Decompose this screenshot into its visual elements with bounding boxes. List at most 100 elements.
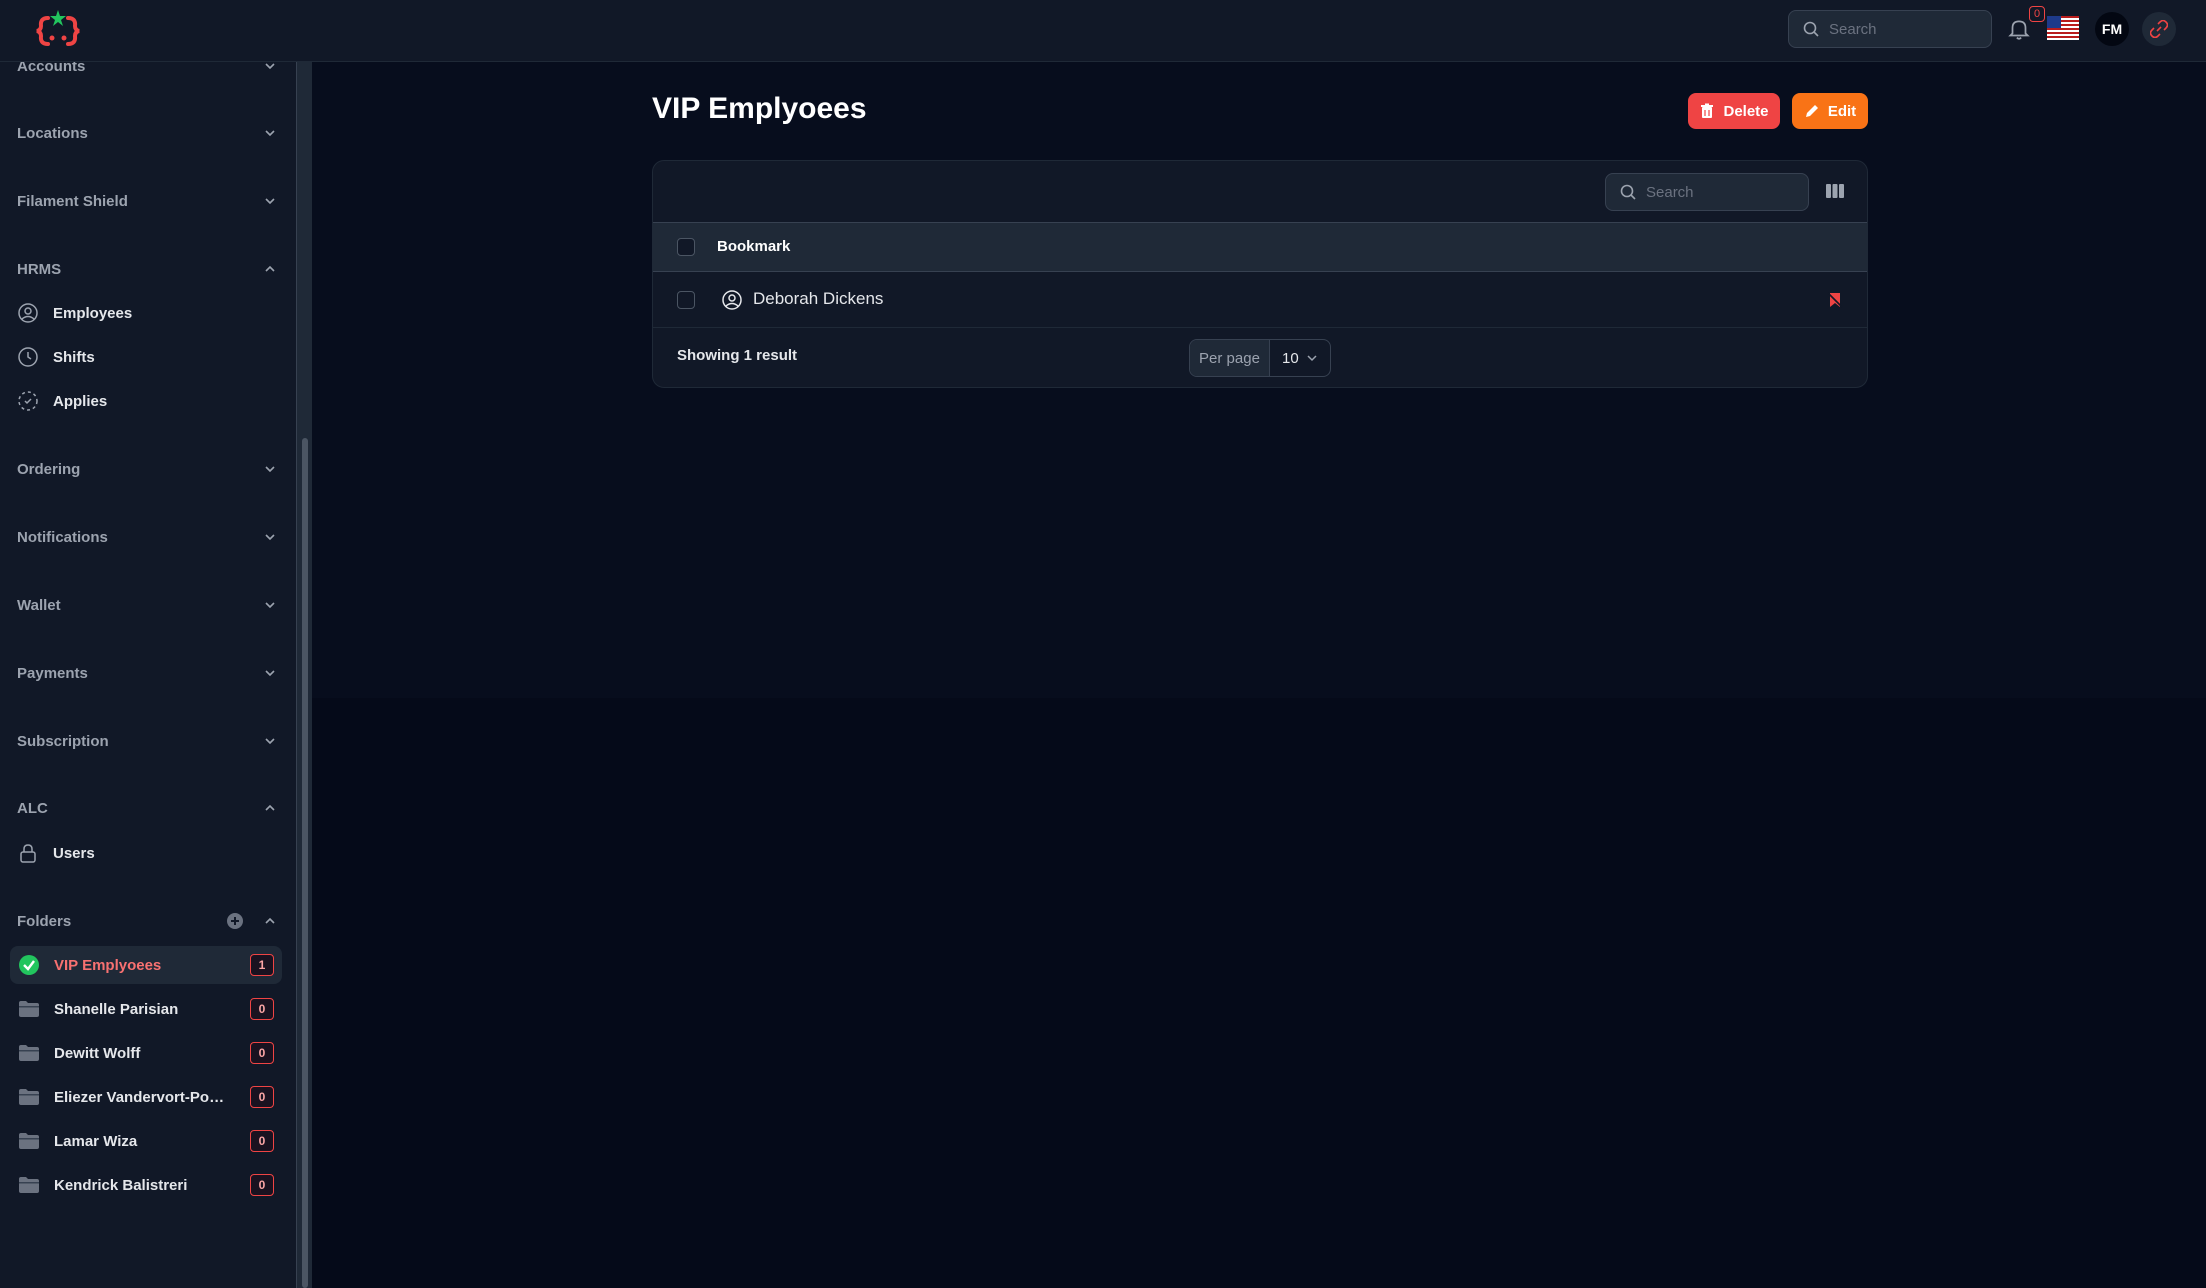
per-page-value[interactable]: 10 xyxy=(1270,340,1330,376)
folder-icon xyxy=(19,1133,39,1149)
search-icon xyxy=(1803,21,1819,37)
folder-name: Lamar Wiza xyxy=(54,1132,138,1150)
records-table: Search Bookmark Deborah Dickens Showing … xyxy=(652,160,1868,388)
sidebar-group-subscription[interactable]: Subscription xyxy=(17,729,277,753)
folder-item-dewitt-wolff[interactable]: Dewitt Wolff 0 xyxy=(10,1034,282,1072)
row-checkbox[interactable] xyxy=(677,291,695,309)
chevron-down-icon xyxy=(265,738,275,745)
group-label: Ordering xyxy=(17,460,81,478)
chevron-down-icon xyxy=(1307,355,1317,362)
delete-button[interactable]: Delete xyxy=(1688,93,1780,129)
chevron-down-icon xyxy=(265,198,275,205)
notification-badge: 0 xyxy=(2029,6,2045,22)
sidebar-group-filament-shield[interactable]: Filament Shield xyxy=(17,189,277,213)
group-label: Wallet xyxy=(17,596,61,614)
folder-count-badge: 0 xyxy=(250,998,274,1020)
chevron-down-icon xyxy=(265,534,275,541)
sidebar-group-locations[interactable]: Locations xyxy=(17,121,277,145)
chevron-down-icon xyxy=(265,602,275,609)
sidebar-item-users[interactable]: Users xyxy=(17,836,277,870)
folder-count-badge: 0 xyxy=(250,1042,274,1064)
folder-count-badge: 1 xyxy=(250,954,274,976)
select-all-checkbox[interactable] xyxy=(677,238,695,256)
folder-icon xyxy=(19,1045,39,1061)
table-row[interactable]: Deborah Dickens xyxy=(653,272,1867,328)
bell-icon[interactable] xyxy=(2006,16,2032,42)
per-page-select[interactable]: Per page 10 xyxy=(1189,339,1331,377)
folder-item-shanelle-parisian[interactable]: Shanelle Parisian 0 xyxy=(10,990,282,1028)
user-circle-icon xyxy=(18,303,38,323)
chevron-down-icon xyxy=(265,466,275,473)
per-page-label: Per page xyxy=(1190,340,1270,376)
sidebar-group-hrms[interactable]: HRMS xyxy=(17,257,277,281)
user-circle-icon xyxy=(722,290,742,310)
table-search-input[interactable]: Search xyxy=(1605,173,1809,211)
folder-count-badge: 0 xyxy=(250,1130,274,1152)
group-label: Notifications xyxy=(17,528,108,546)
per-page-value-text: 10 xyxy=(1282,349,1299,367)
folder-count-badge: 0 xyxy=(250,1086,274,1108)
delete-button-label: Delete xyxy=(1723,102,1769,120)
dashed-circle-icon xyxy=(18,391,38,411)
search-placeholder: Search xyxy=(1829,20,1877,38)
lock-icon xyxy=(20,844,36,863)
group-label: Filament Shield xyxy=(17,192,128,210)
search-placeholder: Search xyxy=(1646,183,1694,201)
check-circle-icon xyxy=(19,955,39,975)
pencil-icon xyxy=(1805,105,1818,117)
add-folder-icon[interactable] xyxy=(226,912,244,930)
folder-item-eliezer-vandervort-powlowski[interactable]: Eliezer Vandervort-Powlo... 0 xyxy=(10,1078,282,1116)
chevron-up-icon xyxy=(265,265,275,272)
sidebar-item-label: Applies xyxy=(53,392,108,410)
search-icon xyxy=(1620,184,1636,200)
page-title: VIP Emplyoees xyxy=(652,92,867,125)
chevron-up-icon xyxy=(265,804,275,811)
us-flag-icon[interactable] xyxy=(2047,16,2079,40)
app-logo[interactable] xyxy=(34,8,82,54)
chevron-down-icon xyxy=(265,130,275,137)
edit-button-label: Edit xyxy=(1827,102,1857,120)
folder-name: VIP Emplyoees xyxy=(54,956,162,974)
chevron-up-icon xyxy=(265,917,275,924)
group-label: Locations xyxy=(17,124,88,142)
folder-icon xyxy=(19,1089,39,1105)
sidebar-item-shifts[interactable]: Shifts xyxy=(17,340,277,374)
folder-item-vip-emplyoees[interactable]: VIP Emplyoees 1 xyxy=(10,946,282,984)
top-bar: Search 0 FM xyxy=(0,0,2206,62)
sidebar-group-alc[interactable]: ALC xyxy=(17,796,277,820)
sidebar-item-employees[interactable]: Employees xyxy=(17,296,277,330)
link-button[interactable] xyxy=(2142,12,2176,46)
user-avatar[interactable]: FM xyxy=(2095,12,2129,46)
chevron-down-icon xyxy=(265,670,275,677)
link-icon xyxy=(2150,20,2168,38)
folder-name: Eliezer Vandervort-Powlo... xyxy=(54,1088,232,1106)
bookmark-remove-icon[interactable] xyxy=(1827,292,1843,308)
folder-name: Kendrick Balistreri xyxy=(54,1176,188,1194)
sidebar-group-wallet[interactable]: Wallet xyxy=(17,593,277,617)
sidebar-scrollbar-thumb[interactable] xyxy=(302,438,308,1288)
folder-icon xyxy=(19,1177,39,1193)
sidebar-group-ordering[interactable]: Ordering xyxy=(17,457,277,481)
sidebar-group-notifications[interactable]: Notifications xyxy=(17,525,277,549)
row-employee-name[interactable]: Deborah Dickens xyxy=(753,289,883,309)
trash-icon xyxy=(1701,103,1714,118)
column-header-bookmark[interactable]: Bookmark xyxy=(717,238,790,255)
group-label: HRMS xyxy=(17,260,62,278)
folder-icon xyxy=(19,1001,39,1017)
sidebar-item-label: Employees xyxy=(53,304,133,322)
edit-button[interactable]: Edit xyxy=(1792,93,1868,129)
global-search-input[interactable]: Search xyxy=(1788,10,1992,48)
folder-item-kendrick-balistreri[interactable]: Kendrick Balistreri 0 xyxy=(10,1166,282,1204)
results-count-text: Showing 1 result xyxy=(677,347,798,364)
folder-item-lamar-wiza[interactable]: Lamar Wiza 0 xyxy=(10,1122,282,1160)
sidebar-item-label: Shifts xyxy=(53,348,95,366)
folder-name: Dewitt Wolff xyxy=(54,1044,141,1062)
columns-toggle-icon[interactable] xyxy=(1825,181,1845,201)
group-label: Payments xyxy=(17,664,88,682)
clock-icon xyxy=(18,347,38,367)
sidebar-item-applies[interactable]: Applies xyxy=(17,384,277,418)
folder-name: Shanelle Parisian xyxy=(54,1000,179,1018)
group-label: ALC xyxy=(17,799,48,817)
sidebar-group-payments[interactable]: Payments xyxy=(17,661,277,685)
group-label: Folders xyxy=(17,912,72,930)
